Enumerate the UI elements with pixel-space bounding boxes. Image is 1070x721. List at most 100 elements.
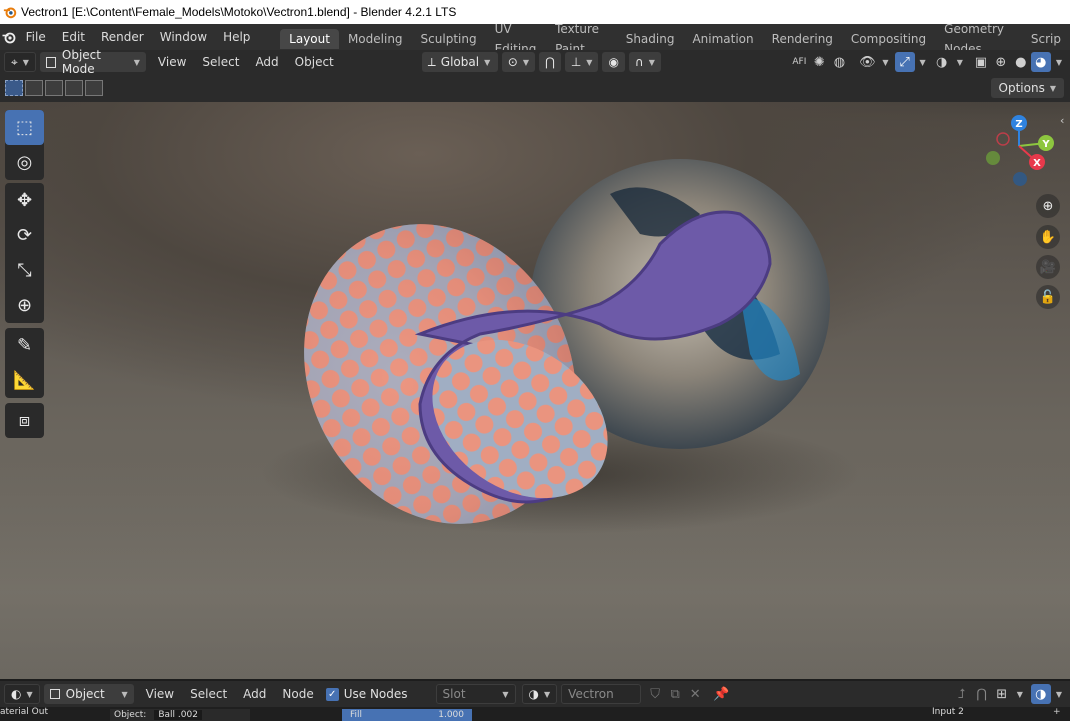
unlink-icon[interactable]: ✕ [685,684,705,704]
toolbar-annotate-group: ✎ 📐 [5,328,44,398]
shading-solid-icon[interactable]: ● [1011,52,1031,72]
mode-label: Object Mode [61,48,101,76]
material-ball-icon[interactable]: ◍ [829,52,849,72]
lock-icon[interactable]: 🔓 [1036,285,1060,309]
checkbox-checked-icon: ✓ [325,687,339,701]
menu-window[interactable]: Window [152,24,215,50]
menu-add[interactable]: Add [247,55,286,69]
snap-target-dropdown[interactable]: ⊥ ▼ [564,52,599,72]
snap-icon[interactable]: ⋂ [972,684,992,704]
transform-tool-icon[interactable]: ⊕ [5,288,44,323]
tab-rendering[interactable]: Rendering [763,29,842,49]
tab-animation[interactable]: Animation [683,29,762,49]
menu-add[interactable]: Add [235,687,274,701]
shading-wireframe-icon[interactable]: ⊕ [991,52,1011,72]
visibility-eye-icon[interactable]: 👁 [857,52,877,72]
tab-scripting[interactable]: Scrip [1022,29,1070,49]
chevron-down-icon[interactable]: ▼ [882,58,888,67]
gizmo-toggle-icon[interactable]: ⤢ [894,52,915,72]
menu-help[interactable]: Help [215,24,258,50]
input-socket-label: Input 2 [932,707,964,717]
select-mode-intersect-icon[interactable] [85,80,103,96]
select-mode-invert-icon[interactable] [65,80,83,96]
menu-view[interactable]: View [138,687,182,701]
chevron-down-icon[interactable]: ▼ [1056,58,1062,67]
material-name-field[interactable]: Vectron [561,684,642,704]
cursor-tool-icon[interactable]: ◎ [5,145,44,180]
pivot-dropdown[interactable]: ⊙ ▼ [501,52,535,72]
tab-layout[interactable]: Layout [280,28,339,49]
editor-type-button[interactable]: ⌖ ▼ [4,52,36,72]
object-mode-icon [45,56,56,68]
chevron-down-icon: ▼ [586,57,593,67]
material-browse-button[interactable]: ◑ ▼ [521,684,558,704]
blender-logo-icon [3,7,17,19]
mode-dropdown[interactable]: Object Mode ▼ [39,48,146,76]
menu-node[interactable]: Node [274,687,321,701]
menu-render[interactable]: Render [93,24,152,50]
blender-menu-icon[interactable] [0,24,18,50]
parent-node-tree-icon[interactable]: ⮥ [952,684,972,704]
tab-sculpting[interactable]: Sculpting [412,29,486,49]
xray-toggle-icon[interactable]: ▣ [971,52,991,72]
color-wheel-icon[interactable]: ✺ [809,52,829,72]
proportional-icon: ◉ [608,55,619,69]
select-mode-extend-icon[interactable] [25,80,43,96]
slot-dropdown[interactable]: Slot ▼ [435,684,516,704]
3d-viewport[interactable]: Options ▼ ⬚ ◎ ✥ ⟳ ⤡ ⊕ ✎ 📐 ⧈ Z Y X ⊕ ✋ 🎥 … [0,74,1070,679]
shading-rendered-icon[interactable]: ◕ [1030,52,1051,72]
material-sphere-icon: ◑ [528,687,540,701]
denoise-icon[interactable]: AFI [789,52,809,72]
select-mode-new-icon[interactable] [5,80,23,96]
falloff-dropdown[interactable]: ∩ ▼ [628,52,661,72]
overlays-icon[interactable]: ◑ [1030,684,1051,704]
annotate-tool-icon[interactable]: ✎ [5,328,44,363]
zoom-icon[interactable]: ⊕ [1036,194,1060,218]
select-box-tool-icon[interactable]: ⬚ [5,110,44,145]
pan-hand-icon[interactable]: ✋ [1036,225,1060,249]
viewport-header: ⌖ ▼ Object Mode ▼ View Select Add Object … [0,48,1070,76]
select-mode-subtract-icon[interactable] [45,80,63,96]
tab-shading[interactable]: Shading [617,29,684,49]
add-icon[interactable]: + [1053,707,1061,717]
menu-view[interactable]: View [150,55,194,69]
snap-grid-icon[interactable]: ⊞ [992,684,1012,704]
options-dropdown[interactable]: Options ▼ [990,78,1064,98]
orientation-dropdown[interactable]: ⟂ Global ▼ [421,52,498,72]
rotate-tool-icon[interactable]: ⟳ [5,218,44,253]
camera-view-icon[interactable]: 🎥 [1036,255,1060,279]
navigation-gizmo[interactable]: Z Y X [980,114,1060,194]
tab-compositing[interactable]: Compositing [842,29,935,49]
menu-edit[interactable]: Edit [54,24,93,50]
chevron-down-icon[interactable]: ▼ [1056,690,1062,699]
overlays-icon[interactable]: ◑ [932,52,952,72]
gizmo-y-label: Y [1041,139,1050,150]
menu-object[interactable]: Object [287,55,342,69]
chevron-down-icon: ▼ [522,57,529,67]
snap-toggle[interactable]: ⋂ [538,52,561,72]
duplicate-material-icon[interactable]: ⧉ [665,684,685,704]
chevron-down-icon: ▼ [22,57,29,67]
editor-type-button[interactable]: ◐ ▼ [4,684,40,704]
chevron-down-icon[interactable]: ▼ [957,58,963,67]
menu-select[interactable]: Select [182,687,235,701]
object-field[interactable]: Object: Ball .002 [110,709,250,721]
proportional-toggle[interactable]: ◉ [602,52,625,72]
sidebar-toggle-icon[interactable]: ‹ [1060,114,1064,127]
pin-icon[interactable]: 📌 [711,684,731,704]
chevron-down-icon[interactable]: ▼ [920,58,926,67]
use-nodes-toggle[interactable]: ✓ Use Nodes [325,687,408,701]
scale-tool-icon[interactable]: ⤡ [5,253,44,288]
shader-type-dropdown[interactable]: Object ▼ [43,684,134,704]
options-label: Options [998,81,1045,95]
tab-modeling[interactable]: Modeling [339,29,412,49]
fake-user-shield-icon[interactable]: ⛉ [645,684,665,704]
chevron-down-icon: ▼ [484,57,491,67]
menu-file[interactable]: File [18,24,54,50]
measure-tool-icon[interactable]: 📐 [5,363,44,398]
chevron-down-icon[interactable]: ▼ [1017,690,1023,699]
add-cube-tool-icon[interactable]: ⧈ [5,403,44,438]
fill-slider[interactable]: Fill 1.000 [342,709,472,721]
menu-select[interactable]: Select [194,55,247,69]
move-tool-icon[interactable]: ✥ [5,183,44,218]
